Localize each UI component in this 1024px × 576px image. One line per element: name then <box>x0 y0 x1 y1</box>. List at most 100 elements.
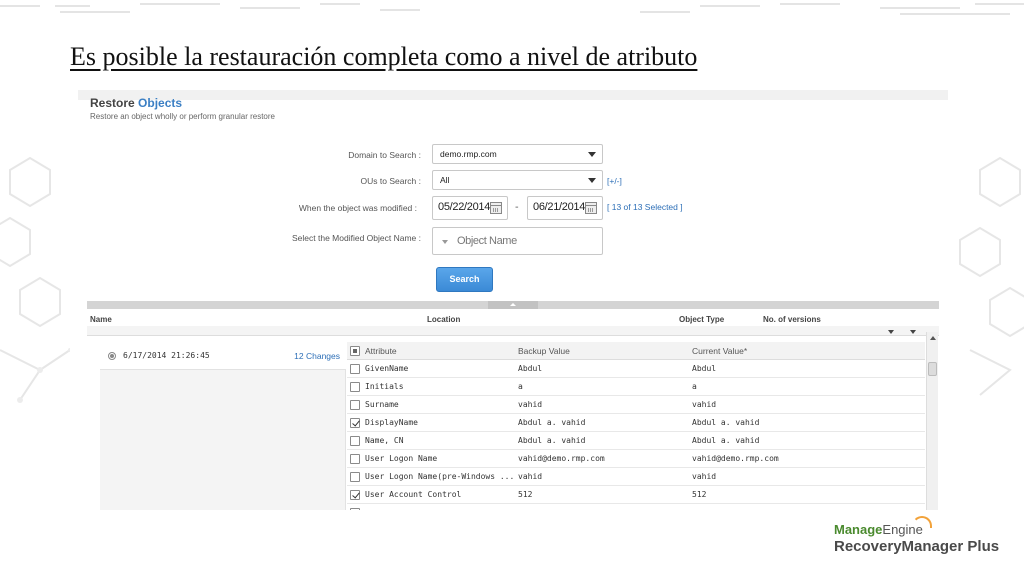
object-name-input[interactable]: Object Name <box>432 227 603 255</box>
decorative-hexagon-pattern <box>0 156 70 403</box>
current-value: a <box>692 382 697 391</box>
page-heading: Restore Objects <box>90 96 182 110</box>
attribute-table: Attribute Backup Value Current Value* Gi… <box>347 342 925 510</box>
ous-label: OUs to Search : <box>360 176 421 186</box>
attribute-checkbox[interactable] <box>350 472 360 482</box>
current-value: Abdul a. vahid <box>692 418 760 427</box>
header-attribute: Attribute <box>365 346 397 356</box>
object-name-label: Select the Modified Object Name : <box>292 233 421 243</box>
version-row[interactable]: 6/17/2014 21:26:45 12 Changes <box>100 342 346 370</box>
attribute-name: Surname <box>365 400 399 409</box>
selected-types-link[interactable]: [ 13 of 13 Selected ] <box>607 202 683 212</box>
modified-label: When the object was modified : <box>298 203 417 213</box>
attribute-checkbox[interactable] <box>350 454 360 464</box>
table-scrollbar[interactable] <box>926 332 938 510</box>
domain-label: Domain to Search : <box>348 150 421 160</box>
scroll-up-icon[interactable] <box>930 336 936 340</box>
attribute-checkbox[interactable] <box>350 490 360 500</box>
attribute-name: User Account Control <box>365 490 462 499</box>
object-name-placeholder: Object Name <box>457 235 517 247</box>
versions-pane: 6/17/2014 21:26:45 12 Changes <box>100 342 346 510</box>
restore-objects-screenshot: Restore Objects Restore an object wholly… <box>78 90 948 510</box>
chevron-down-icon <box>442 240 448 244</box>
ous-value: All <box>440 175 450 185</box>
backup-value: a <box>518 382 523 391</box>
header-current: Current Value* <box>692 346 748 356</box>
attribute-checkbox[interactable] <box>350 508 360 510</box>
version-changes-link[interactable]: 12 Changes <box>294 351 340 361</box>
ous-select[interactable]: All <box>432 170 603 190</box>
attribute-checkbox[interactable] <box>350 400 360 410</box>
attribute-checkbox[interactable] <box>350 382 360 392</box>
attribute-row[interactable]: User Logon Name vahid@demo.rmp.com vahid… <box>347 450 925 468</box>
search-button[interactable]: Search <box>436 267 493 292</box>
attribute-row[interactable]: DisplayName Abdul a. vahid Abdul a. vahi… <box>347 414 925 432</box>
attribute-checkbox[interactable] <box>350 364 360 374</box>
top-bar <box>78 90 948 100</box>
date-from-input[interactable]: 05/22/2014 <box>432 196 508 220</box>
col-name[interactable]: Name <box>90 315 112 324</box>
date-from-value: 05/22/2014 <box>438 201 491 213</box>
results-header: Name Location Object Type No. of version… <box>87 312 939 326</box>
collapse-handle[interactable] <box>488 301 538 309</box>
backup-value: Abdul a. vahid <box>518 436 586 445</box>
chevron-down-icon[interactable] <box>910 330 916 334</box>
scroll-thumb[interactable] <box>928 362 937 376</box>
domain-select[interactable]: demo.rmp.com <box>432 144 603 164</box>
attribute-name: User Logon Name(pre-Windows ... <box>365 472 515 481</box>
attribute-table-header: Attribute Backup Value Current Value* <box>347 342 925 360</box>
attribute-row[interactable]: User Logon Name(pre-Windows ... vahid va… <box>347 468 925 486</box>
current-value: Abdul a. vahid <box>692 436 760 445</box>
attribute-name: User Logon Name <box>365 454 438 463</box>
attribute-checkbox[interactable] <box>350 436 360 446</box>
attribute-row[interactable]: Name, CN Abdul a. vahid Abdul a. vahid <box>347 432 925 450</box>
slide-title: Es posible la restauración completa como… <box>70 42 698 71</box>
backup-value: Abdul <box>518 364 543 373</box>
chevron-down-icon <box>588 178 596 183</box>
calendar-icon[interactable] <box>490 202 502 214</box>
decorative-circuit-pattern <box>0 3 1024 15</box>
attribute-name: DisplayName <box>365 418 418 427</box>
heading-accent: Objects <box>138 96 183 110</box>
attribute-name: Name, CN <box>365 436 404 445</box>
logo-brand-bold: Manage <box>834 522 883 537</box>
col-versions[interactable]: No. of versions <box>763 315 821 324</box>
backup-value: 512 <box>518 490 533 499</box>
attribute-row[interactable]: Initials a a <box>347 378 925 396</box>
calendar-icon[interactable] <box>585 202 597 214</box>
backup-value: vahid <box>518 472 543 481</box>
attribute-row[interactable]: GivenName Abdul Abdul <box>347 360 925 378</box>
date-to-value: 06/21/2014 <box>533 201 586 213</box>
chevron-down-icon <box>588 152 596 157</box>
heading-prefix: Restore <box>90 96 135 110</box>
result-row-partial[interactable] <box>87 326 939 336</box>
current-value: vahid <box>692 400 717 409</box>
pane-splitter[interactable] <box>87 301 939 309</box>
manageengine-logo: ManageEngine <box>834 522 923 537</box>
attribute-row-partial[interactable] <box>347 504 925 510</box>
decorative-hexagon-pattern-right <box>959 156 1024 396</box>
select-all-checkbox[interactable] <box>350 346 360 356</box>
date-separator: - <box>515 202 519 213</box>
date-to-input[interactable]: 06/21/2014 <box>527 196 603 220</box>
version-radio[interactable] <box>108 352 116 360</box>
attribute-name: Initials <box>365 382 404 391</box>
product-name: RecoveryManager Plus <box>834 538 1000 555</box>
current-value: vahid@demo.rmp.com <box>692 454 779 463</box>
ous-toggle-link[interactable]: [+/-] <box>607 176 622 186</box>
backup-value: vahid@demo.rmp.com <box>518 454 605 463</box>
col-location[interactable]: Location <box>427 315 460 324</box>
attribute-row[interactable]: Surname vahid vahid <box>347 396 925 414</box>
logo-arc-icon <box>912 516 932 528</box>
attribute-checkbox[interactable] <box>350 418 360 428</box>
current-value: Abdul <box>692 364 717 373</box>
version-date: 6/17/2014 21:26:45 <box>123 351 210 360</box>
chevron-down-icon[interactable] <box>888 330 894 334</box>
current-value: 512 <box>692 490 707 499</box>
backup-value: Abdul a. vahid <box>518 418 586 427</box>
attribute-name: GivenName <box>365 364 409 373</box>
attribute-row[interactable]: User Account Control 512 512 <box>347 486 925 504</box>
page-subtitle: Restore an object wholly or perform gran… <box>90 112 275 121</box>
backup-value: vahid <box>518 400 543 409</box>
col-object-type[interactable]: Object Type <box>679 315 724 324</box>
